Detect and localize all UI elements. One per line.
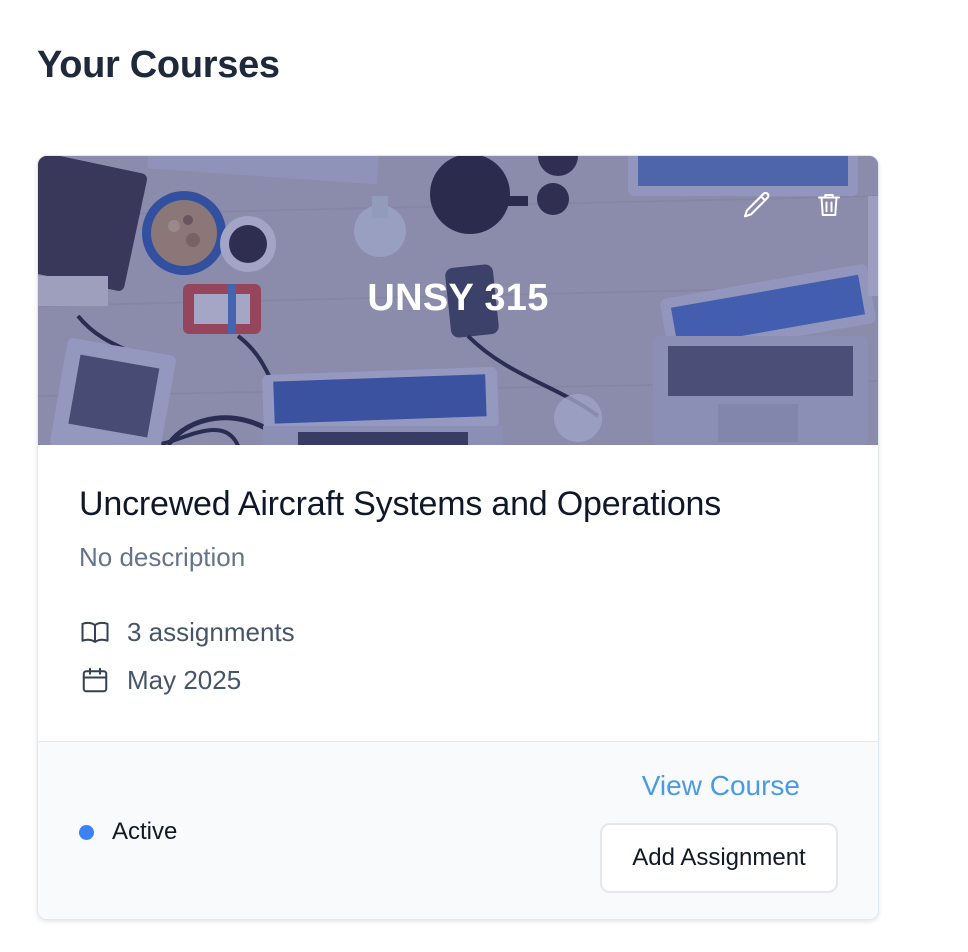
- assignments-count-row: 3 assignments: [79, 616, 295, 648]
- course-code: UNSY 315: [367, 277, 549, 319]
- course-banner[interactable]: UNSY 315: [38, 156, 878, 445]
- course-card-footer: Active View Course Add Assignment: [38, 741, 878, 919]
- status-badge: Active: [79, 818, 177, 846]
- trash-icon: [818, 194, 840, 216]
- course-body: Uncrewed Aircraft Systems and Operations…: [38, 445, 878, 741]
- course-date-row: May 2025: [79, 664, 241, 696]
- assignments-count: 3 assignments: [127, 616, 295, 647]
- view-course-link[interactable]: View Course: [642, 770, 800, 802]
- add-assignment-button[interactable]: Add Assignment: [600, 823, 838, 893]
- book-open-icon: [79, 616, 111, 648]
- calendar-icon: [79, 664, 111, 696]
- delete-course-button[interactable]: [812, 188, 846, 222]
- course-date: May 2025: [127, 664, 242, 695]
- status-dot: [79, 824, 94, 840]
- course-description: No description: [79, 542, 246, 572]
- page-title: Your Courses: [37, 44, 280, 86]
- status-label: Active: [112, 818, 178, 845]
- course-name: Uncrewed Aircraft Systems and Operations: [79, 485, 722, 523]
- edit-course-button[interactable]: [740, 188, 774, 222]
- pencil-icon: [743, 191, 770, 218]
- course-card: UNSY 315 Uncrewed Aircraft Systems and O…: [37, 155, 879, 920]
